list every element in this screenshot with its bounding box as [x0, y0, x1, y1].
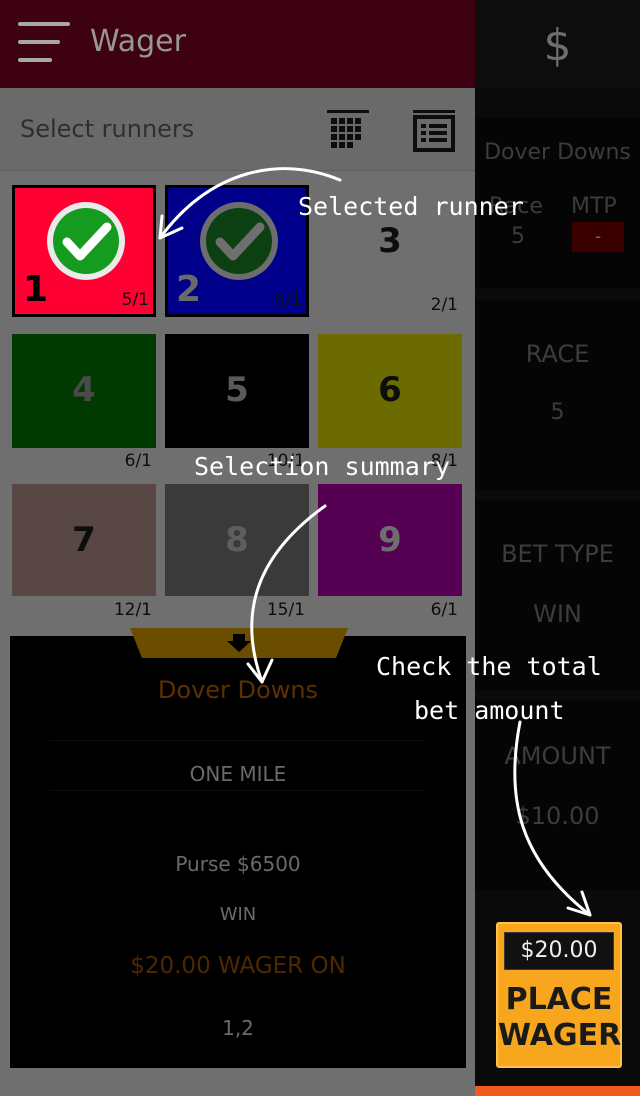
arrow-selection-summary	[250, 504, 327, 684]
arrow-selected-runner	[158, 167, 342, 240]
arrow-total-amount	[513, 720, 592, 917]
annotation-arrows	[158, 167, 592, 917]
